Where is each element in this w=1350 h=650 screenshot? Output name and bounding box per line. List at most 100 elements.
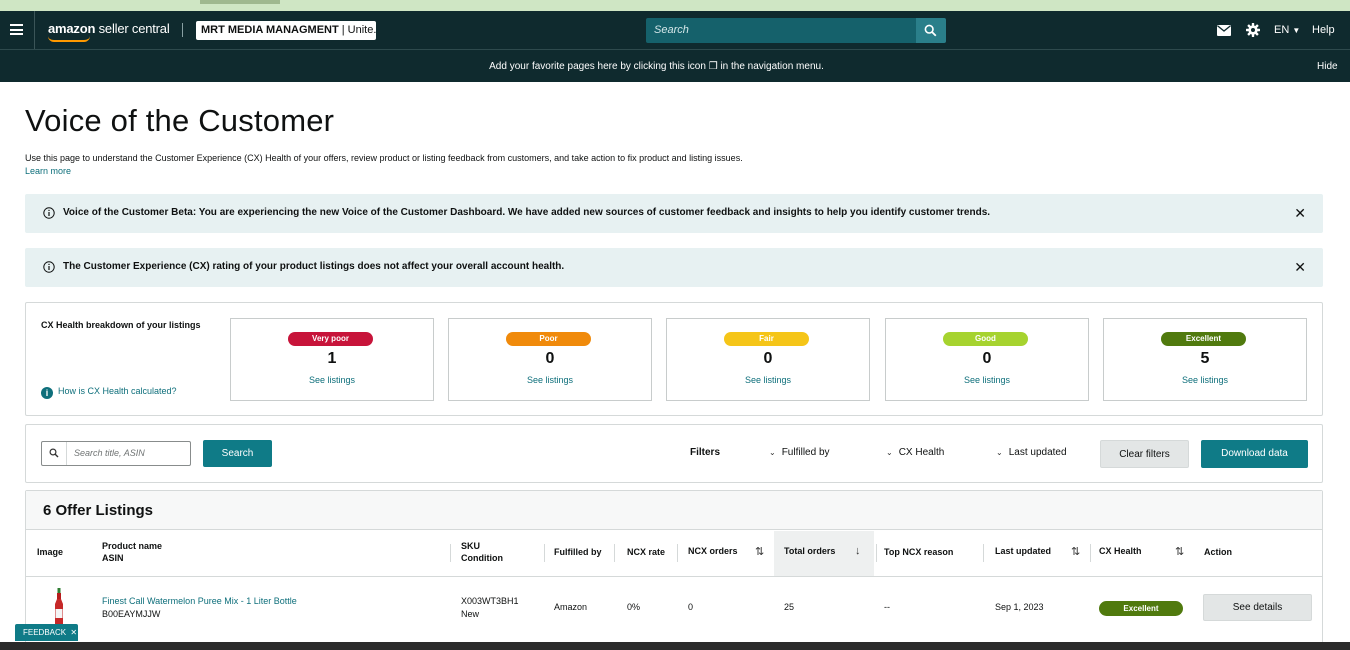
learn-more-link[interactable]: Learn more xyxy=(25,166,71,176)
column-divider xyxy=(450,544,451,562)
filter-bar: Search title, ASIN Search Filters ⌄ Fulfi… xyxy=(25,424,1323,483)
listing-search-input[interactable]: Search title, ASIN xyxy=(41,441,191,466)
column-divider xyxy=(614,544,615,562)
sort-descending-icon[interactable]: ↓ xyxy=(855,545,861,557)
chevron-down-icon: ⌄ xyxy=(886,448,893,457)
search-icon xyxy=(924,24,937,37)
sort-icon[interactable]: ⇅ xyxy=(755,545,764,558)
product-sku: X003WT3BH1 xyxy=(461,596,519,606)
column-label: ASIN xyxy=(102,553,124,563)
fulfilled-by-dropdown[interactable]: ⌄ Fulfilled by xyxy=(769,447,830,458)
table-title: 6 Offer Listings xyxy=(43,502,154,519)
chevron-down-icon: ⌄ xyxy=(996,448,1003,457)
cx-card-very-poor: Very poor 1 See listings xyxy=(230,318,434,401)
column-header-cx-health[interactable]: CX Health xyxy=(1099,545,1142,557)
language-selector[interactable]: EN ▼ xyxy=(1274,24,1300,36)
column-label: Condition xyxy=(461,553,503,563)
column-header-action: Action xyxy=(1204,547,1232,557)
product-fulfilled-by: Amazon xyxy=(554,602,588,612)
cx-card-good: Good 0 See listings xyxy=(885,318,1089,401)
search-placeholder: Search title, ASIN xyxy=(74,448,145,458)
cx-health-dropdown[interactable]: ⌄ CX Health xyxy=(886,447,944,458)
help-link[interactable]: Help xyxy=(1312,24,1335,36)
global-search-input[interactable]: Search xyxy=(646,18,916,43)
cx-rating-alert: The Customer Experience (CX) rating of y… xyxy=(25,248,1323,287)
product-name-link[interactable]: Finest Call Watermelon Puree Mix - 1 Lit… xyxy=(102,595,297,607)
download-data-button[interactable]: Download data xyxy=(1201,440,1308,468)
see-listings-link[interactable]: See listings xyxy=(886,375,1088,385)
column-header-image: Image xyxy=(37,547,64,557)
sort-icon[interactable]: ⇅ xyxy=(1175,545,1184,558)
last-updated-dropdown[interactable]: ⌄ Last updated xyxy=(996,447,1067,458)
see-listings-link[interactable]: See listings xyxy=(231,375,433,385)
column-header-top-ncx-reason[interactable]: Top NCX reason xyxy=(884,546,953,558)
browser-tab[interactable] xyxy=(200,0,280,4)
search-icon-box xyxy=(42,442,67,465)
rating-badge: Very poor xyxy=(288,332,373,346)
column-divider xyxy=(544,544,545,562)
mail-icon[interactable] xyxy=(1217,25,1231,36)
product-asin: B00EAYMJJW xyxy=(102,609,161,619)
rating-badge: Fair xyxy=(724,332,809,346)
rating-badge: Poor xyxy=(506,332,591,346)
alert-text: Voice of the Customer Beta: You are expe… xyxy=(63,207,991,218)
os-taskbar xyxy=(0,642,1350,650)
column-header-ncx-orders[interactable]: NCX orders xyxy=(688,545,738,557)
column-divider xyxy=(983,544,984,562)
product-total-orders: 25 xyxy=(784,602,795,612)
see-details-button[interactable]: See details xyxy=(1203,594,1312,621)
see-listings-link[interactable]: See listings xyxy=(1104,375,1306,385)
beta-alert: Voice of the Customer Beta: You are expe… xyxy=(25,194,1323,233)
account-name: MRT MEDIA MANAGMENT xyxy=(201,24,339,36)
search-button[interactable]: Search xyxy=(203,440,272,467)
close-icon[interactable]: ✕ xyxy=(1294,206,1306,220)
column-header-product-name[interactable]: Product name ASIN xyxy=(102,540,162,564)
rating-badge: Excellent xyxy=(1161,332,1246,346)
dropdown-label: CX Health xyxy=(898,447,945,458)
global-search-button[interactable] xyxy=(916,18,946,43)
gear-icon[interactable] xyxy=(1246,23,1260,37)
search-icon xyxy=(49,448,59,458)
rating-badge: Good xyxy=(943,332,1028,346)
rating-count: 0 xyxy=(545,350,555,367)
alert-text: The Customer Experience (CX) rating of y… xyxy=(63,261,565,272)
column-header-total-orders[interactable]: Total orders xyxy=(784,545,835,557)
column-divider xyxy=(876,544,877,562)
offer-listings-table: 6 Offer Listings Image Product name ASIN… xyxy=(25,490,1323,650)
dropdown-label: Last updated xyxy=(1008,447,1067,458)
see-listings-link[interactable]: See listings xyxy=(667,375,869,385)
cx-health-help-text: How is CX Health calculated? xyxy=(58,386,177,396)
table-header-bar: 6 Offer Listings xyxy=(26,491,1322,530)
column-header-sku[interactable]: SKU Condition xyxy=(461,540,503,564)
column-divider xyxy=(677,544,678,562)
column-header-ncx-rate[interactable]: NCX rate xyxy=(627,546,665,558)
feedback-button[interactable]: FEEDBACK ✕ xyxy=(15,624,78,641)
info-icon xyxy=(43,207,55,219)
cx-health-label: CX Health breakdown of your listings xyxy=(41,320,201,330)
account-marketplace: | Unite... xyxy=(341,24,376,36)
menu-icon[interactable] xyxy=(10,24,23,35)
hide-favorites-link[interactable]: Hide xyxy=(1317,61,1338,72)
column-header-fulfilled-by[interactable]: Fulfilled by xyxy=(554,546,602,558)
column-label: Product name xyxy=(102,541,163,551)
close-icon[interactable]: ✕ xyxy=(1294,260,1306,274)
close-icon[interactable]: ✕ xyxy=(70,628,77,637)
amazon-smile-icon xyxy=(48,36,90,42)
product-ncx-rate: 0% xyxy=(627,602,641,612)
rating-count: 5 xyxy=(1200,350,1210,367)
dropdown-label: Fulfilled by xyxy=(781,447,830,458)
info-icon: i xyxy=(41,387,53,399)
product-thumbnail[interactable] xyxy=(53,588,65,628)
cx-health-help-link[interactable]: i How is CX Health calculated? xyxy=(41,386,177,399)
cx-card-excellent: Excellent 5 See listings xyxy=(1103,318,1307,401)
clear-filters-button[interactable]: Clear filters xyxy=(1100,440,1189,468)
info-icon xyxy=(43,261,55,273)
see-listings-link[interactable]: See listings xyxy=(449,375,651,385)
cx-health-badge: Excellent xyxy=(1099,601,1183,616)
seller-central-logo[interactable]: amazon seller central xyxy=(48,21,170,42)
favorites-bar: Add your favorite pages here by clicking… xyxy=(0,49,1350,82)
account-switcher[interactable]: MRT MEDIA MANAGMENT | Unite... xyxy=(196,21,376,40)
sort-icon[interactable]: ⇅ xyxy=(1071,545,1080,558)
rating-count: 0 xyxy=(763,350,773,367)
column-header-last-updated[interactable]: Last updated xyxy=(995,545,1051,557)
